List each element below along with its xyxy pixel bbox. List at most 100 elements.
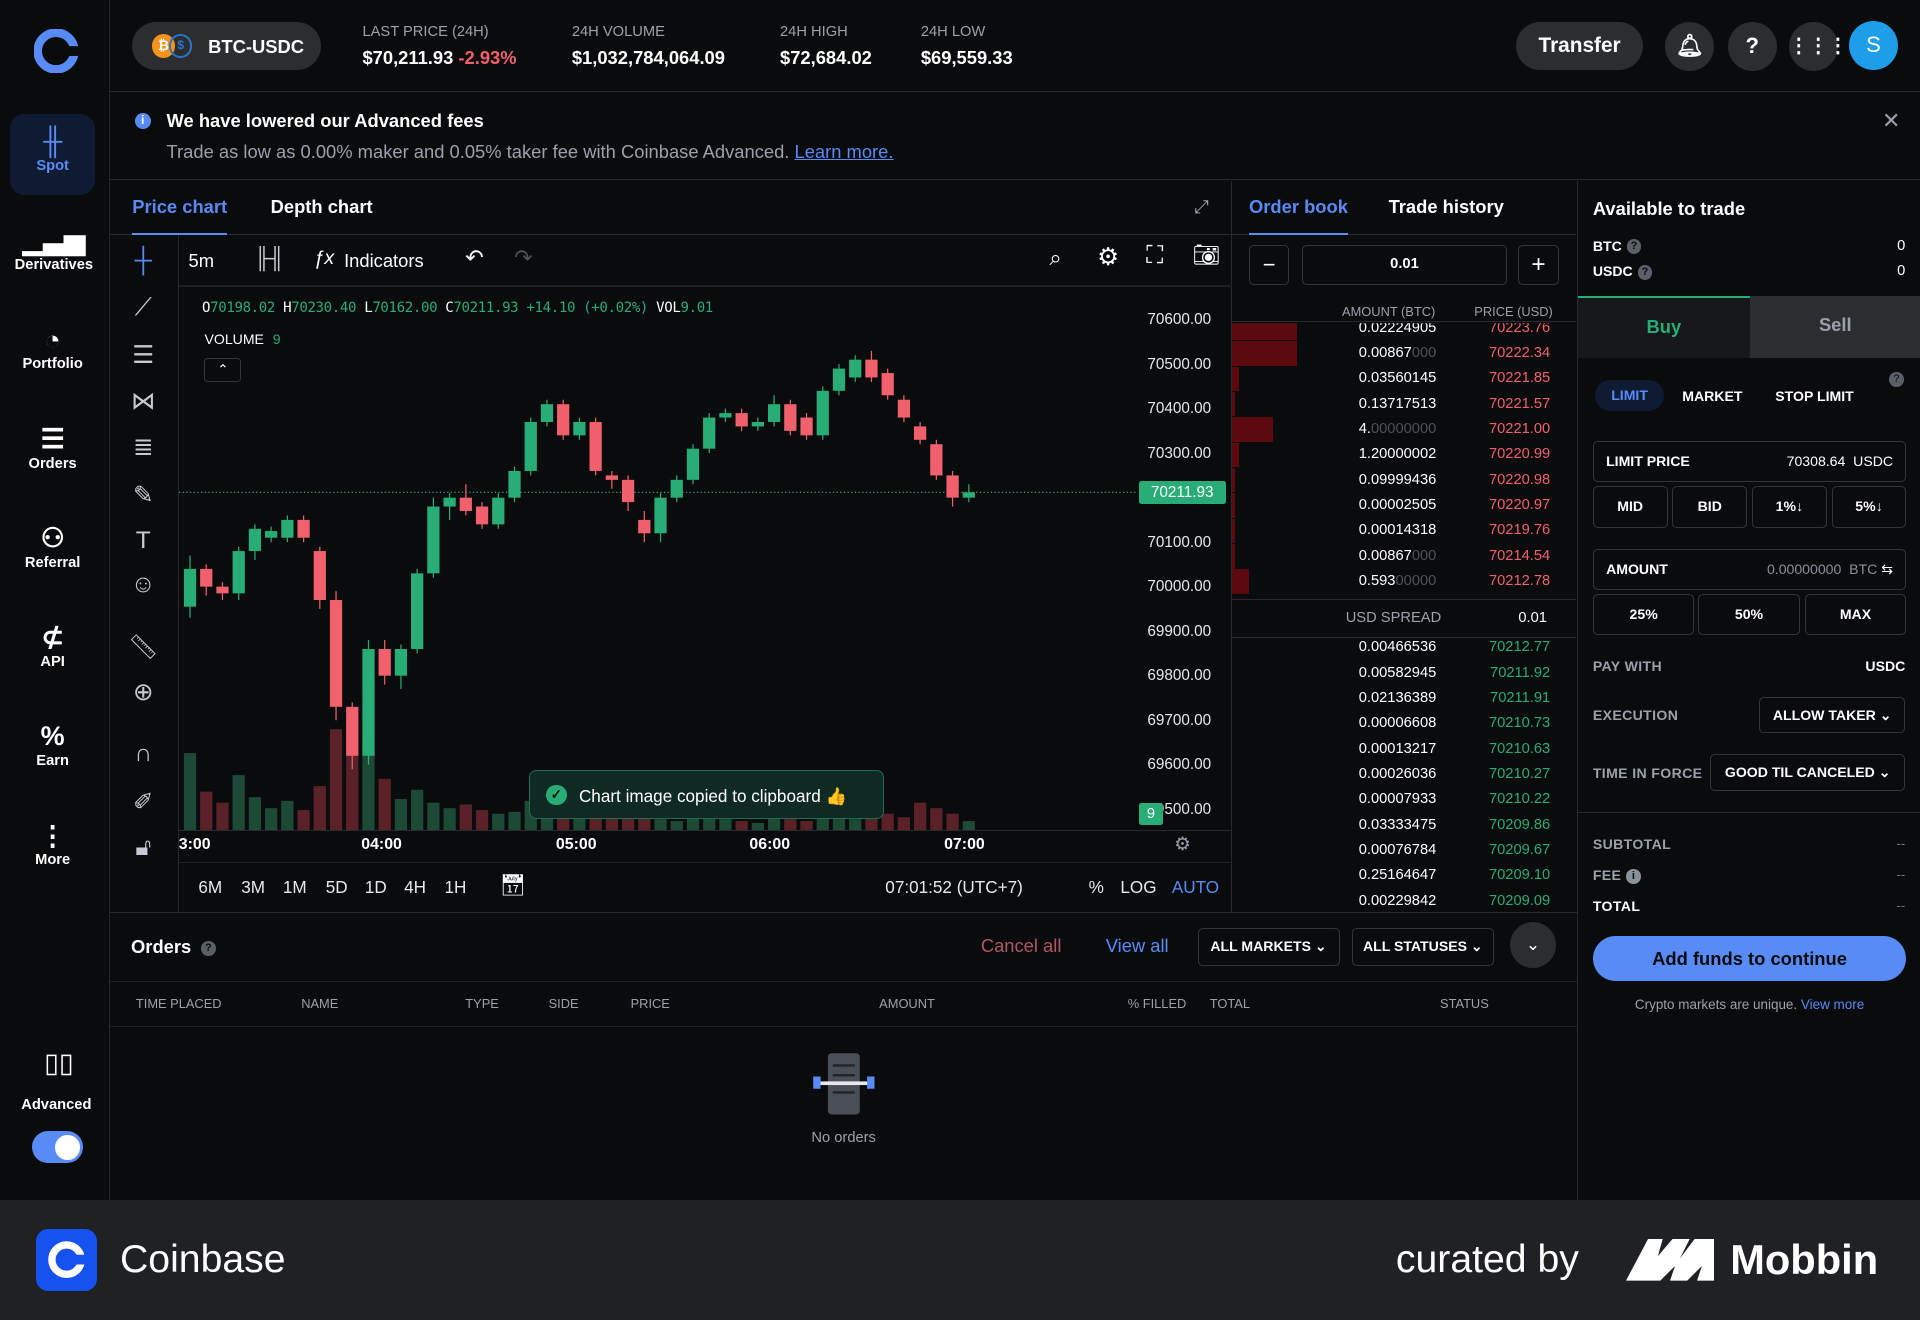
collapse-orders-icon[interactable]: ⌄: [1510, 922, 1557, 969]
execution-select[interactable]: ALLOW TAKER ⌄: [1759, 697, 1905, 734]
col-total[interactable]: TOTAL: [1210, 996, 1250, 1011]
view-more-link[interactable]: View more: [1801, 997, 1864, 1012]
nav-spot[interactable]: ╫Spot: [10, 114, 96, 195]
banner-text: Trade as low as 0.00% maker and 0.05% ta…: [167, 141, 790, 162]
bid-row[interactable]: 0.0000793370210.22: [1232, 788, 1576, 812]
buy-tab[interactable]: Buy: [1578, 296, 1749, 357]
bid-row[interactable]: 0.0333347570209.86: [1232, 813, 1576, 837]
bid-row[interactable]: 0.0000660870210.73: [1232, 712, 1576, 736]
increase-increment-button[interactable]: +: [1518, 245, 1558, 285]
decrease-increment-button[interactable]: −: [1249, 245, 1289, 285]
pct-50-button[interactable]: 50%: [1698, 594, 1800, 636]
bid-row[interactable]: 0.0022984270209.09: [1232, 889, 1576, 913]
ask-row[interactable]: 0.0086700070214.54: [1232, 544, 1576, 568]
amount: 4.00000000: [1359, 421, 1437, 437]
price: 70209.10: [1489, 867, 1550, 883]
avatar[interactable]: S: [1849, 21, 1898, 70]
increment-value[interactable]: 0.01: [1302, 245, 1508, 285]
bid-row[interactable]: 0.0213638970211.91: [1232, 686, 1576, 710]
learn-more-link[interactable]: Learn more.: [795, 141, 894, 162]
redo-icon[interactable]: ↷: [514, 245, 532, 271]
ask-row[interactable]: 0.0356014570221.85: [1232, 367, 1576, 391]
tab-order-book[interactable]: Order book: [1249, 196, 1348, 218]
order-type-limit[interactable]: LIMIT: [1595, 380, 1664, 412]
pct-25-button[interactable]: 25%: [1593, 594, 1695, 636]
tab-depth-chart[interactable]: Depth chart: [271, 196, 373, 218]
limit-price-field[interactable]: LIMIT PRICE70308.64 USDC: [1593, 441, 1906, 483]
undo-icon[interactable]: ↶: [465, 245, 483, 271]
col-side[interactable]: SIDE: [549, 996, 579, 1011]
bid-row[interactable]: 0.0002603670210.27: [1232, 762, 1576, 786]
nav-derivatives[interactable]: ▁▃▅Derivatives: [5, 213, 103, 294]
col-price[interactable]: PRICE: [631, 996, 670, 1011]
transfer-button[interactable]: Transfer: [1516, 22, 1643, 70]
quick-search-icon[interactable]: ⌕: [1049, 245, 1061, 271]
crosshair-icon[interactable]: ┼: [122, 247, 164, 275]
add-funds-button[interactable]: Add funds to continue: [1593, 936, 1906, 981]
tab-price-chart[interactable]: Price chart: [132, 196, 227, 218]
ask-row[interactable]: 0.1371751370221.57: [1232, 392, 1576, 416]
mobbin-wordmark: Mobbin: [1730, 1236, 1878, 1284]
depth-bar: [1232, 519, 1235, 543]
ask-row[interactable]: 0.0086700070222.34: [1232, 341, 1576, 365]
five-pct-down-button[interactable]: 5%↓: [1832, 486, 1907, 528]
statuses-filter[interactable]: ALL STATUSES ⌄: [1352, 928, 1494, 966]
interval-select[interactable]: 5m: [189, 250, 215, 272]
col-amount: AMOUNT (BTC): [1342, 304, 1435, 319]
col-filled[interactable]: % FILLED: [1128, 996, 1187, 1011]
time-in-force-select[interactable]: GOOD TIL CANCELED ⌄: [1710, 754, 1905, 791]
indicators-button[interactable]: Indicators: [344, 250, 424, 272]
ask-row[interactable]: 0.0000250570220.97: [1232, 493, 1576, 517]
help-icon[interactable]: ?: [1889, 372, 1904, 387]
cancel-all-button[interactable]: Cancel all: [981, 935, 1062, 957]
one-pct-down-button[interactable]: 1%↓: [1752, 486, 1827, 528]
col-amount[interactable]: AMOUNT: [879, 996, 935, 1011]
max-button[interactable]: MAX: [1805, 594, 1907, 636]
amount: 0.00867000: [1359, 345, 1437, 361]
markets-filter[interactable]: ALL MARKETS ⌄: [1198, 928, 1340, 966]
col-price: PRICE (USD): [1474, 304, 1553, 319]
bid-row[interactable]: 0.0001321770210.63: [1232, 737, 1576, 761]
ask-row[interactable]: 0.0222490570223.76: [1232, 316, 1576, 340]
mid-button[interactable]: MID: [1593, 486, 1668, 528]
amount-field[interactable]: AMOUNT0.00000000 BTC ⇆: [1593, 549, 1906, 591]
settings-gear-icon[interactable]: ⚙: [1097, 242, 1119, 272]
bid-row[interactable]: 0.0046653670212.77: [1232, 636, 1576, 660]
apps-grid-icon[interactable]: ⋮⋮⋮: [1789, 22, 1838, 71]
advanced-toggle[interactable]: [32, 1131, 83, 1163]
ask-row[interactable]: 0.5930000070212.78: [1232, 569, 1576, 593]
bid-button[interactable]: BID: [1672, 486, 1747, 528]
close-icon[interactable]: ✕: [1882, 108, 1900, 134]
notifications-bell-icon[interactable]: 🔔︎: [1665, 22, 1714, 71]
price: 70210.22: [1489, 791, 1550, 807]
tab-trade-history[interactable]: Trade history: [1389, 196, 1504, 218]
bid-row[interactable]: 0.0007678470209.67: [1232, 838, 1576, 862]
ask-row[interactable]: 0.0001431870219.76: [1232, 519, 1576, 543]
ask-row[interactable]: 1.2000000270220.99: [1232, 443, 1576, 467]
trend-line-icon[interactable]: ⟋: [122, 294, 164, 322]
amount: 1.20000002: [1359, 446, 1437, 462]
fullscreen-icon[interactable]: ⛶: [1146, 242, 1163, 270]
order-type-stop-limit[interactable]: STOP LIMIT: [1775, 388, 1853, 404]
expand-icon[interactable]: ⤢: [1194, 196, 1209, 218]
view-all-button[interactable]: View all: [1106, 935, 1169, 957]
order-type-market[interactable]: MARKET: [1682, 388, 1742, 404]
col-type[interactable]: TYPE: [465, 996, 499, 1011]
ask-row[interactable]: 0.0999943670220.98: [1232, 468, 1576, 492]
price: 70221.85: [1489, 370, 1550, 386]
col-status[interactable]: STATUS: [1440, 996, 1489, 1011]
candle-type-icon[interactable]: ╟╢: [255, 247, 284, 271]
coinbase-logo-icon[interactable]: [34, 29, 78, 73]
ask-row[interactable]: 4.0000000070221.00: [1232, 417, 1576, 441]
bid-row[interactable]: 0.0058294570211.92: [1232, 661, 1576, 685]
fee-value: --: [1896, 867, 1905, 882]
col-time-placed[interactable]: TIME PLACED: [136, 996, 222, 1011]
depth-bar: [1232, 569, 1249, 593]
help-button[interactable]: ?: [1728, 22, 1777, 71]
col-name[interactable]: NAME: [301, 996, 338, 1011]
bid-row[interactable]: 0.2516464770209.10: [1232, 864, 1576, 888]
camera-icon[interactable]: 📷︎: [1193, 242, 1221, 268]
sell-tab[interactable]: Sell: [1750, 296, 1920, 357]
pair-selector[interactable]: ₿ $ BTC-USDC: [132, 22, 321, 70]
amount: 0.00229842: [1359, 893, 1437, 909]
